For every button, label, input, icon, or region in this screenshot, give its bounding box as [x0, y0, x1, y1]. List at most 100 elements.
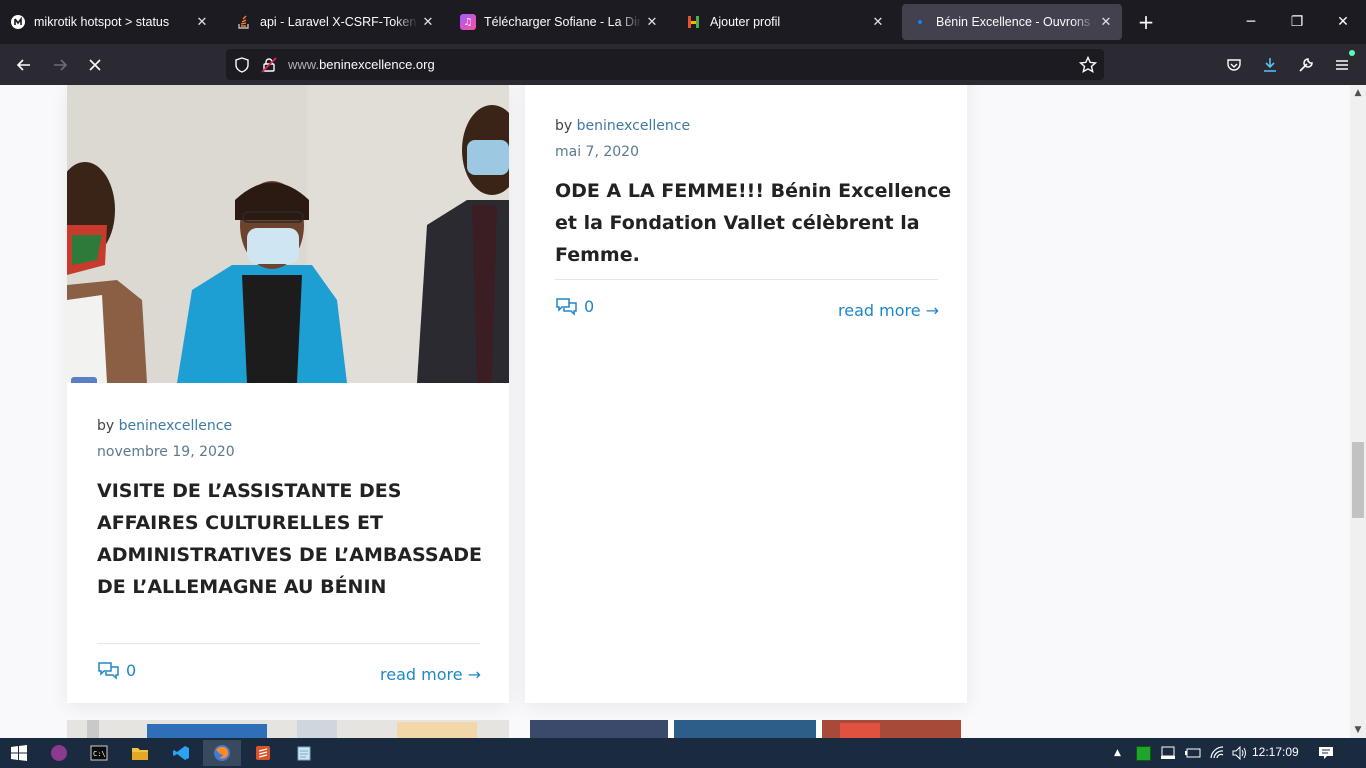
vscode-icon — [173, 746, 189, 760]
tab-mikrotik[interactable]: mikrotik hotspot > status ✕ — [0, 4, 218, 40]
comments-icon — [556, 297, 577, 316]
scrollbar-thumb[interactable] — [1352, 442, 1364, 518]
image-badge — [71, 377, 97, 383]
minimize-button[interactable]: ─ — [1228, 0, 1274, 44]
app-menu-button[interactable] — [1329, 50, 1355, 78]
tab-close-icon[interactable]: ✕ — [192, 15, 212, 30]
windows-start-button[interactable] — [0, 740, 38, 766]
post-card: by beninexcellence mai 7, 2020 ODE A LA … — [525, 85, 967, 703]
battery-icon — [1185, 748, 1201, 758]
post-date[interactable]: mai 7, 2020 — [555, 144, 639, 160]
tab-api-laravel[interactable]: api - Laravel X-CSRF-Token mismatch ✕ — [226, 4, 444, 40]
devtools-button[interactable] — [1293, 52, 1319, 78]
forward-button[interactable] — [47, 52, 73, 78]
browser-tab-bar: mikrotik hotspot > status ✕ api - Larave… — [0, 0, 1366, 44]
taskbar-clock[interactable]: 12:17:09 — [1252, 745, 1299, 759]
wrench-icon — [1299, 58, 1313, 72]
scroll-up-arrow-icon[interactable]: ▲ — [1350, 85, 1366, 101]
windows-logo-icon — [11, 745, 27, 761]
post-featured-image[interactable] — [67, 85, 509, 383]
read-more-link[interactable]: read more → — [838, 301, 939, 320]
tray-battery[interactable] — [1184, 738, 1202, 768]
close-window-button[interactable]: ✕ — [1320, 0, 1366, 44]
post-comments-link[interactable]: 0 — [556, 297, 594, 316]
pocket-icon — [1227, 59, 1241, 71]
comments-icon — [98, 661, 119, 680]
tab-title: api - Laravel X-CSRF-Token mismatch — [260, 15, 418, 29]
drive-icon — [1161, 746, 1175, 759]
post-title[interactable]: VISITE DE L’ASSISTANTE DES AFFAIRES CULT… — [97, 475, 487, 603]
tray-volume[interactable] — [1232, 738, 1248, 768]
pocket-button[interactable] — [1221, 52, 1247, 78]
url-bar[interactable]: www.beninexcellence.org — [226, 49, 1104, 80]
app-circle-icon — [51, 745, 67, 761]
arrow-right-icon — [54, 59, 68, 71]
hotspot-favicon-icon — [686, 14, 702, 30]
action-center-button[interactable] — [1318, 738, 1334, 768]
post-author-link[interactable]: beninexcellence — [577, 118, 690, 134]
tab-ajouter-profil[interactable]: Ajouter profil ✕ — [676, 4, 894, 40]
tray-wifi[interactable] — [1209, 738, 1225, 768]
taskbar-vscode[interactable] — [162, 740, 200, 766]
divider — [555, 279, 938, 280]
stackoverflow-favicon-icon — [236, 14, 252, 30]
post-byline: by beninexcellence — [555, 118, 691, 134]
tab-title: mikrotik hotspot > status — [34, 15, 170, 29]
tray-network-drive[interactable] — [1160, 738, 1176, 768]
post-title[interactable]: ODE A LA FEMME!!! Bénin Excellence et la… — [555, 175, 955, 271]
chevron-up-icon: ▲ — [1114, 748, 1121, 758]
loading-favicon-icon — [912, 14, 928, 30]
firefox-icon — [214, 745, 230, 761]
tab-close-icon[interactable]: ✕ — [642, 15, 662, 30]
tab-close-icon[interactable]: ✕ — [1096, 15, 1116, 30]
taskbar-app-purple[interactable] — [40, 740, 78, 766]
back-button[interactable] — [11, 52, 37, 78]
update-badge — [1349, 50, 1355, 56]
page-content: by beninexcellence novembre 19, 2020 VIS… — [0, 85, 1350, 738]
tab-title: Télécharger Sofiane - La Direction — [484, 15, 642, 29]
post-author-link[interactable]: beninexcellence — [119, 418, 232, 434]
scroll-down-arrow-icon[interactable]: ▼ — [1350, 722, 1366, 738]
downloads-button[interactable] — [1257, 52, 1283, 78]
speaker-icon — [1232, 746, 1246, 760]
post-date[interactable]: novembre 19, 2020 — [97, 444, 235, 460]
post-card: by beninexcellence novembre 19, 2020 VIS… — [67, 85, 509, 703]
new-tab-button[interactable]: + — [1136, 10, 1156, 34]
mikrotik-favicon-icon — [10, 14, 26, 30]
post-comments-link[interactable]: 0 — [98, 661, 136, 680]
tray-app-green[interactable] — [1136, 738, 1151, 768]
url-text[interactable]: www.beninexcellence.org — [288, 57, 435, 72]
tab-title: Bénin Excellence - Ouvrons des — [936, 15, 1096, 29]
stop-loading-button[interactable] — [82, 52, 108, 78]
post-byline: by beninexcellence — [97, 418, 233, 434]
post-featured-image[interactable] — [67, 720, 509, 738]
divider — [97, 643, 480, 644]
browser-nav-bar: www.beninexcellence.org — [0, 44, 1366, 85]
tracking-protection-shield-icon[interactable] — [232, 55, 252, 75]
post-featured-image[interactable] — [530, 720, 961, 738]
taskbar-firefox[interactable] — [203, 740, 241, 766]
tab-benin-excellence[interactable]: Bénin Excellence - Ouvrons des ✕ — [902, 4, 1122, 40]
tab-title: Ajouter profil — [710, 15, 781, 29]
tab-telecharger[interactable]: ♫ Télécharger Sofiane - La Direction ✕ — [450, 4, 668, 40]
tab-close-icon[interactable]: ✕ — [868, 15, 888, 30]
insecure-lock-icon[interactable] — [259, 55, 279, 75]
taskbar-notepad[interactable] — [285, 740, 323, 766]
taskbar-sublime-text[interactable] — [244, 740, 282, 766]
tab-close-icon[interactable]: ✕ — [418, 15, 438, 30]
show-hidden-icons-button[interactable]: ▲ — [1114, 738, 1121, 768]
terminal-icon: C:\ — [90, 745, 108, 761]
taskbar-file-explorer[interactable] — [121, 740, 159, 766]
notepad-icon — [297, 746, 311, 761]
bookmark-star-icon[interactable] — [1078, 55, 1098, 75]
page-scrollbar[interactable]: ▲ ▼ — [1350, 85, 1366, 738]
svg-text:C:\: C:\ — [93, 750, 106, 758]
comments-count: 0 — [126, 661, 137, 680]
download-icon — [1264, 58, 1276, 72]
read-more-link[interactable]: read more → — [380, 665, 481, 684]
comments-count: 0 — [584, 297, 595, 316]
restore-button[interactable]: ❐ — [1274, 0, 1320, 44]
windows-taskbar: C:\ ▲ 12:17:09 — [0, 738, 1366, 768]
taskbar-terminal[interactable]: C:\ — [80, 740, 118, 766]
arrow-left-icon — [16, 59, 30, 71]
